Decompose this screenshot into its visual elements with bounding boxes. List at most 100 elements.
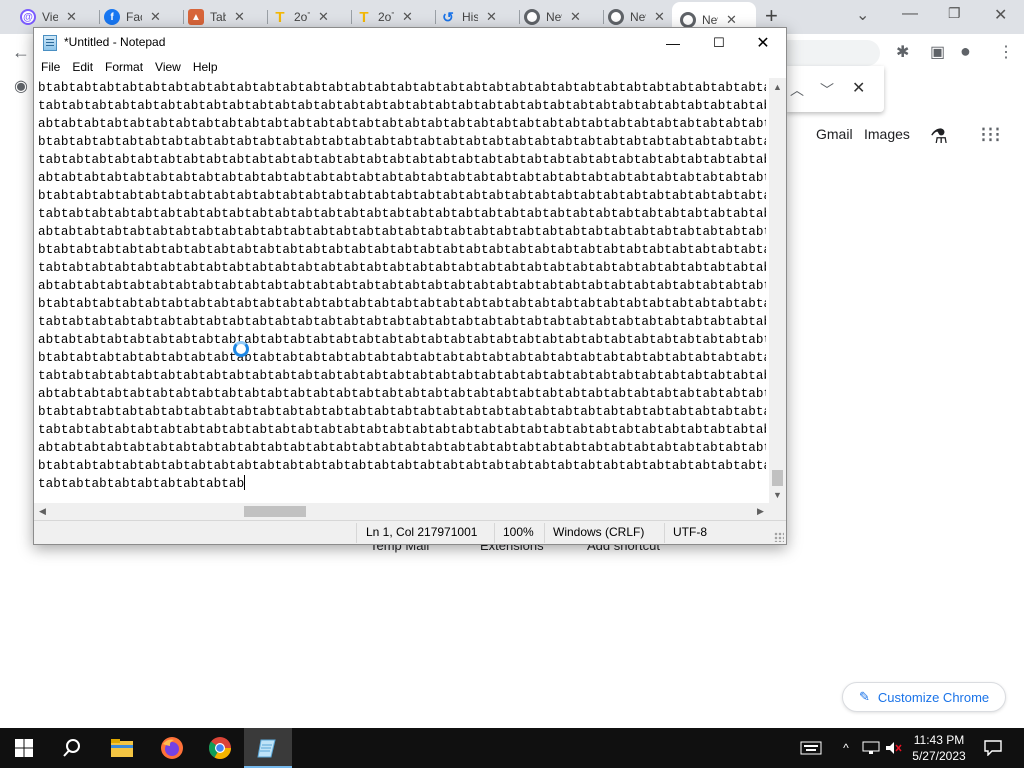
address-bar[interactable]: [780, 40, 880, 66]
text-editor-area[interactable]: btabtabtabtabtabtabtabtabtabtabtabtabtab…: [34, 78, 769, 495]
pencil-icon: ✎: [859, 689, 870, 704]
chevron-down-icon[interactable]: ﹀: [820, 80, 834, 100]
close-icon[interactable]: ✕: [726, 12, 737, 28]
status-divider: [664, 523, 665, 543]
start-button[interactable]: [0, 728, 48, 768]
horizontal-scrollbar[interactable]: ◀ ▶: [34, 503, 769, 520]
scroll-down-arrow-icon[interactable]: ▼: [769, 486, 786, 503]
chevron-up-icon[interactable]: ︿: [790, 80, 804, 100]
close-icon[interactable]: ✕: [150, 9, 161, 25]
profile-avatar-icon[interactable]: ●: [960, 41, 971, 62]
taskbar-chrome[interactable]: [196, 728, 244, 768]
horizontal-scroll-thumb[interactable]: [244, 506, 306, 517]
close-icon[interactable]: ✕: [318, 9, 329, 25]
taskbar-file-explorer[interactable]: [98, 728, 146, 768]
close-icon[interactable]: ✕: [654, 9, 665, 25]
status-bar: Ln 1, Col 217971001 100% Windows (CRLF) …: [34, 520, 786, 544]
apps-grid-icon[interactable]: ⁝⁝⁝: [980, 122, 1001, 148]
restore-icon[interactable]: ❐: [948, 5, 961, 22]
gmail-link[interactable]: Gmail: [816, 126, 853, 142]
notepad-title-bar[interactable]: *Untitled - Notepad — ☐ ✕: [34, 28, 786, 58]
start-icon: [15, 739, 33, 757]
close-icon[interactable]: ✕: [852, 78, 865, 98]
taskbar-firefox[interactable]: [148, 728, 196, 768]
network-button[interactable]: [860, 728, 882, 768]
chrome-tab-4[interactable]: T 2oT ✕: [264, 6, 352, 28]
find-bar: ︿ ﹀ ✕: [786, 66, 884, 112]
chrome-tab-8[interactable]: New ✕: [600, 6, 672, 28]
menu-file[interactable]: File: [36, 58, 65, 78]
show-hidden-icons-button[interactable]: ^: [836, 728, 856, 768]
t-letter-icon: T: [275, 8, 285, 26]
scrollbar-corner: [769, 503, 786, 520]
maximize-button[interactable]: ☐: [696, 28, 742, 58]
labs-flask-icon[interactable]: ⚗: [930, 124, 948, 149]
text-line: abtabtabtabtabtabtabtabtabtabtabtabtabta…: [38, 387, 766, 401]
system-clock[interactable]: 11:43 PM 5/27/2023: [900, 732, 978, 764]
extensions-puzzle-icon[interactable]: ✱: [896, 42, 909, 62]
more-menu-icon[interactable]: ⋮: [998, 42, 1014, 62]
chrome-tab-1[interactable]: @ View ✕: [12, 6, 100, 28]
at-icon: @: [20, 9, 36, 25]
vertical-scroll-thumb[interactable]: [772, 470, 783, 486]
side-panel-icon[interactable]: ▣: [930, 42, 945, 62]
desktop: @ View ✕ f Facebook ✕ ▲ Table ✕ T 2oT ✕ …: [0, 0, 1024, 768]
menu-view[interactable]: View: [150, 58, 186, 78]
vertical-scrollbar[interactable]: ▲ ▼: [769, 78, 786, 503]
text-line: tabtabtabtabtabtabtabtabtabtabtabtabtabt…: [38, 207, 766, 221]
close-button[interactable]: ✕: [740, 28, 786, 58]
notifications-button[interactable]: [980, 728, 1006, 768]
scroll-left-arrow-icon[interactable]: ◀: [34, 503, 51, 520]
taskbar-search-button[interactable]: [48, 728, 96, 768]
taskbar-notepad[interactable]: [244, 728, 292, 768]
new-tab-button[interactable]: +: [765, 5, 778, 27]
menu-format[interactable]: Format: [100, 58, 148, 78]
facebook-icon: f: [104, 9, 120, 25]
text-line: tabtabtabtabtabtabtabtabtabtabtabtabtabt…: [38, 315, 766, 329]
scroll-right-arrow-icon[interactable]: ▶: [752, 503, 769, 520]
tab-title: New: [546, 10, 562, 24]
chrome-tab-2[interactable]: f Facebook ✕: [96, 6, 184, 28]
chrome-tab-6[interactable]: ↺ History ✕: [432, 6, 520, 28]
tab-search-icon[interactable]: ⌄: [856, 5, 869, 25]
text-line: btabtabtabtabtabtabtabtabtabtabtabtabtab…: [38, 135, 766, 149]
customize-chrome-button[interactable]: ✎ Customize Chrome: [842, 682, 1006, 712]
close-icon[interactable]: ✕: [234, 9, 245, 25]
chrome-tab-7[interactable]: New ✕: [516, 6, 604, 28]
t-letter-icon: T: [359, 8, 369, 26]
text-line: abtabtabtabtabtabtabtabtabtabtabtabtabta…: [38, 117, 766, 131]
resize-grip-icon[interactable]: [774, 532, 784, 542]
menu-help[interactable]: Help: [188, 58, 223, 78]
text-line: btabtabtabtabtabtabtabtabtabtabtabtabtab…: [38, 459, 766, 473]
window-title: *Untitled - Notepad: [64, 35, 166, 49]
clock-date: 5/27/2023: [912, 749, 966, 763]
minimize-icon[interactable]: —: [902, 5, 918, 23]
close-icon[interactable]: ✕: [402, 9, 413, 25]
clock-time: 11:43 PM: [913, 733, 965, 747]
menu-edit[interactable]: Edit: [67, 58, 98, 78]
back-arrow-icon[interactable]: ←: [12, 42, 30, 63]
close-icon[interactable]: ✕: [66, 9, 77, 25]
scroll-up-arrow-icon[interactable]: ▲: [769, 78, 786, 95]
cursor-position: Ln 1, Col 217971001: [366, 525, 478, 539]
close-icon[interactable]: ✕: [570, 9, 581, 25]
tab-title: Facebook: [126, 10, 142, 24]
close-icon[interactable]: ✕: [994, 5, 1007, 25]
chrome-tab-5[interactable]: T 2oT ✕: [348, 6, 436, 28]
status-divider: [494, 523, 495, 543]
minimize-button[interactable]: —: [650, 28, 696, 58]
chrome-tab-3[interactable]: ▲ Table ✕: [180, 6, 268, 28]
tab-title: History: [462, 10, 478, 24]
status-divider: [356, 523, 357, 543]
taskbar: ^ 11:43 PM 5/27/2023: [0, 728, 1024, 768]
close-icon[interactable]: ✕: [486, 9, 497, 25]
zoom-level: 100%: [503, 525, 534, 539]
images-link[interactable]: Images: [864, 126, 910, 142]
table-icon: ▲: [188, 9, 204, 25]
text-line: tabtabtabtabtabtabtabtabtabtabtabtabtabt…: [38, 423, 766, 437]
tray-keyboard-button[interactable]: [794, 728, 828, 768]
network-icon: [862, 741, 880, 754]
text-line: tabtabtabtabtabtabtabtabtabtabtabtabtabt…: [38, 261, 766, 275]
text-line: tabtabtabtabtabtabtabtabtabtabtabtabtabt…: [38, 153, 766, 167]
notepad-window: *Untitled - Notepad — ☐ ✕ File Edit Form…: [33, 27, 787, 545]
